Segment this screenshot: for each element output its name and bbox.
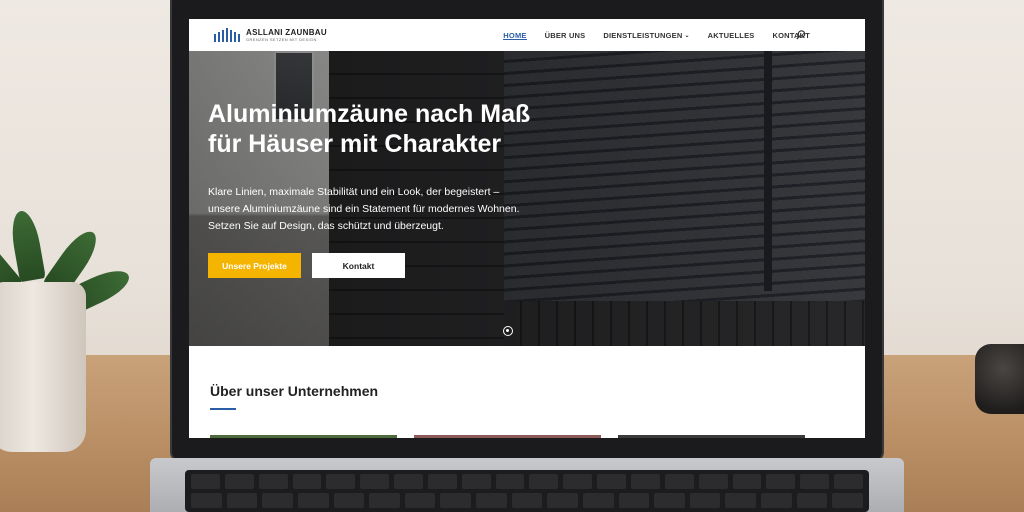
nav-item-aktuelles[interactable]: AKTUELLES <box>708 19 755 51</box>
laptop-keyboard <box>185 470 869 512</box>
hero-text-line: Setzen Sie auf Design, das schützt und ü… <box>208 220 444 232</box>
logo-name: ASLLANI ZAUNBAU <box>246 27 327 37</box>
hero-title: Aluminiumzäune nach Maß für Häuser mit C… <box>208 99 648 159</box>
fence-logo-icon <box>214 28 240 42</box>
about-image-3 <box>618 435 805 438</box>
nav-item-label: HOME <box>503 30 527 40</box>
hero-title-line: für Häuser mit Charakter <box>208 130 502 158</box>
title-underline <box>210 408 236 410</box>
plant-decoration <box>0 180 134 317</box>
nav-item-dienstleistungen[interactable]: DIENSTLEISTUNGEN ⌄ <box>603 19 689 51</box>
nav-item-label: AKTUELLES <box>707 30 755 40</box>
nav-item-home[interactable]: HOME <box>503 19 527 51</box>
nav-item-label: DIENSTLEISTUNGEN <box>603 30 683 40</box>
plant-pot <box>0 282 86 452</box>
hero-text-line: Klare Linien, maximale Stabilität und ei… <box>208 186 500 198</box>
desk-object <box>975 344 1024 414</box>
hero-text-line: unsere Aluminiumzäune sind ein Statement… <box>208 203 520 215</box>
hero-description: Klare Linien, maximale Stabilität und ei… <box>208 184 588 235</box>
nav-item-label: ÜBER UNS <box>544 30 586 40</box>
nav-item-ueber-uns[interactable]: ÜBER UNS <box>545 19 586 51</box>
search-icon[interactable] <box>795 28 807 40</box>
about-image-2 <box>414 435 601 438</box>
chevron-down-icon: ⌄ <box>684 32 690 39</box>
about-image-1 <box>210 435 397 438</box>
logo-tagline: GRENZEN SETZEN MIT DESIGN <box>246 36 317 42</box>
site-header: ASLLANI ZAUNBAU GRENZEN SETZEN MIT DESIG… <box>189 19 865 51</box>
hero-title-line: Aluminiumzäune nach Maß <box>208 100 531 128</box>
slider-dot[interactable] <box>503 326 513 336</box>
hero-slider: Aluminiumzäune nach Maß für Häuser mit C… <box>189 51 865 346</box>
about-section-title: Über unser Unternehmen <box>210 383 379 399</box>
site-logo[interactable]: ASLLANI ZAUNBAU GRENZEN SETZEN MIT DESIG… <box>214 28 327 42</box>
main-nav: HOME ÜBER UNS DIENSTLEISTUNGEN ⌄ AKTUELL… <box>503 19 810 51</box>
contact-button[interactable]: Kontakt <box>312 253 405 278</box>
website-screen: ASLLANI ZAUNBAU GRENZEN SETZEN MIT DESIG… <box>189 19 865 438</box>
projects-button[interactable]: Unsere Projekte <box>208 253 301 278</box>
